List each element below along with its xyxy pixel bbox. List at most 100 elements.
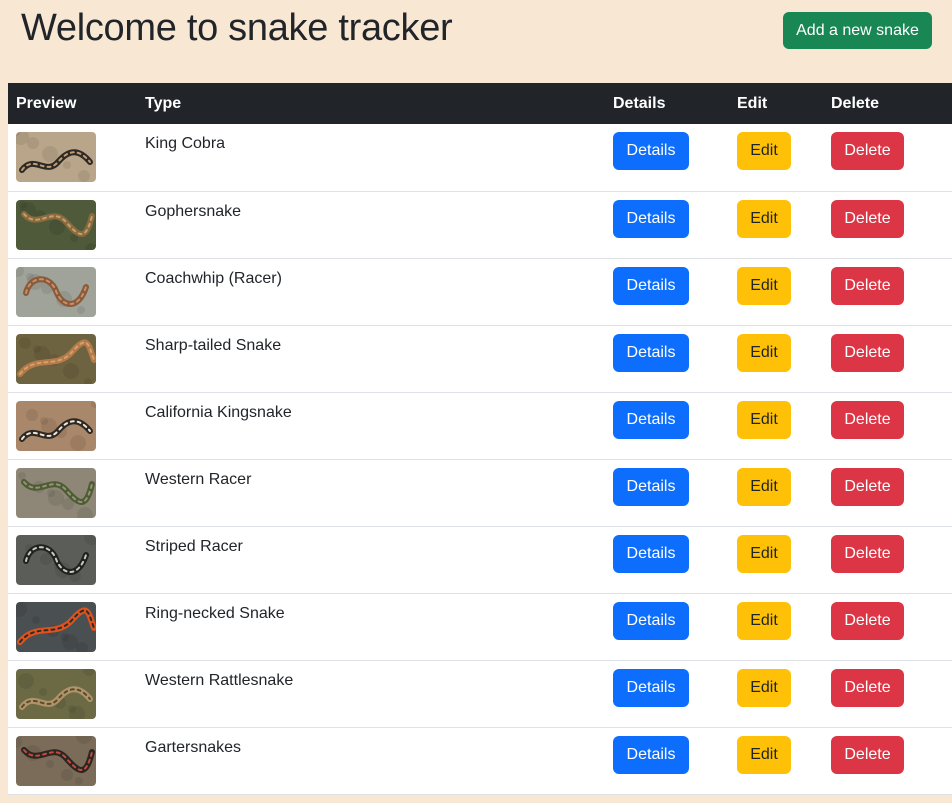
edit-cell: Edit xyxy=(729,593,823,660)
edit-cell: Edit xyxy=(729,191,823,258)
details-cell: Details xyxy=(605,593,729,660)
details-cell: Details xyxy=(605,392,729,459)
delete-cell: Delete xyxy=(823,526,952,593)
delete-button[interactable]: Delete xyxy=(831,132,904,170)
edit-cell: Edit xyxy=(729,459,823,526)
preview-cell xyxy=(8,593,137,660)
preview-cell xyxy=(8,526,137,593)
table-body: King Cobra Details Edit Delete Gophersnake De… xyxy=(8,124,952,794)
table-row: King Cobra Details Edit Delete xyxy=(8,124,952,191)
edit-cell: Edit xyxy=(729,526,823,593)
delete-cell: Delete xyxy=(823,392,952,459)
details-cell: Details xyxy=(605,526,729,593)
table-header-row: Preview Type Details Edit Delete xyxy=(8,83,952,124)
delete-button[interactable]: Delete xyxy=(831,668,904,707)
table-row: Western Rattlesnake Details Edit Delete xyxy=(8,660,952,727)
snake-preview-image xyxy=(16,400,96,451)
details-button[interactable]: Details xyxy=(613,735,689,774)
snake-type: Gophersnake xyxy=(145,202,242,220)
delete-cell: Delete xyxy=(823,325,952,392)
column-header-details: Details xyxy=(613,94,666,112)
snake-preview-image xyxy=(16,266,96,317)
edit-button[interactable]: Edit xyxy=(737,668,791,707)
page-title: Welcome to snake tracker xyxy=(21,7,453,49)
delete-button[interactable]: Delete xyxy=(831,467,904,506)
snake-type: Coachwhip (Racer) xyxy=(145,269,282,287)
delete-button[interactable]: Delete xyxy=(831,199,904,238)
details-cell: Details xyxy=(605,660,729,727)
page: Welcome to snake tracker Add a new snake… xyxy=(0,0,952,803)
preview-cell xyxy=(8,727,137,794)
table-header: Preview Type Details Edit Delete xyxy=(8,83,952,124)
details-button[interactable]: Details xyxy=(613,266,689,305)
details-cell: Details xyxy=(605,325,729,392)
column-header-delete: Delete xyxy=(831,94,880,112)
edit-cell: Edit xyxy=(729,392,823,459)
snake-preview-image xyxy=(16,199,96,250)
edit-button[interactable]: Edit xyxy=(737,333,791,372)
delete-button[interactable]: Delete xyxy=(831,534,904,573)
edit-button[interactable]: Edit xyxy=(737,400,791,439)
details-button[interactable]: Details xyxy=(613,534,689,573)
delete-cell: Delete xyxy=(823,459,952,526)
table-row: Coachwhip (Racer) Details Edit Delete xyxy=(8,258,952,325)
delete-button[interactable]: Delete xyxy=(831,735,904,774)
delete-button[interactable]: Delete xyxy=(831,333,904,372)
snake-preview-image xyxy=(16,735,96,786)
edit-cell: Edit xyxy=(729,727,823,794)
edit-button[interactable]: Edit xyxy=(737,132,791,170)
column-header-type: Type xyxy=(145,94,182,112)
add-new-snake-button[interactable]: Add a new snake xyxy=(783,12,932,49)
details-button[interactable]: Details xyxy=(613,132,689,170)
column-header-edit: Edit xyxy=(737,94,768,112)
preview-cell xyxy=(8,258,137,325)
delete-button[interactable]: Delete xyxy=(831,400,904,439)
snake-preview-image xyxy=(16,132,96,182)
snake-preview-image xyxy=(16,333,96,384)
snake-type: California Kingsnake xyxy=(145,403,292,421)
preview-cell xyxy=(8,660,137,727)
preview-cell xyxy=(8,191,137,258)
delete-cell: Delete xyxy=(823,593,952,660)
delete-cell: Delete xyxy=(823,727,952,794)
table-row: Sharp-tailed Snake Details Edit Delete xyxy=(8,325,952,392)
details-button[interactable]: Details xyxy=(613,668,689,707)
edit-button[interactable]: Edit xyxy=(737,467,791,506)
delete-button[interactable]: Delete xyxy=(831,266,904,305)
details-cell: Details xyxy=(605,191,729,258)
edit-button[interactable]: Edit xyxy=(737,735,791,774)
details-cell: Details xyxy=(605,459,729,526)
table-row: Western Racer Details Edit Delete xyxy=(8,459,952,526)
preview-cell xyxy=(8,392,137,459)
edit-button[interactable]: Edit xyxy=(737,266,791,305)
details-button[interactable]: Details xyxy=(613,333,689,372)
edit-button[interactable]: Edit xyxy=(737,601,791,640)
details-button[interactable]: Details xyxy=(613,199,689,238)
preview-cell xyxy=(8,459,137,526)
edit-cell: Edit xyxy=(729,660,823,727)
details-button[interactable]: Details xyxy=(613,467,689,506)
table-row: Gartersnakes Details Edit Delete xyxy=(8,727,952,794)
table-row: Striped Racer Details Edit Delete xyxy=(8,526,952,593)
details-cell: Details xyxy=(605,258,729,325)
delete-button[interactable]: Delete xyxy=(831,601,904,640)
edit-button[interactable]: Edit xyxy=(737,534,791,573)
snake-type: Western Rattlesnake xyxy=(145,671,294,689)
snake-type: King Cobra xyxy=(145,135,226,152)
delete-cell: Delete xyxy=(823,258,952,325)
details-button[interactable]: Details xyxy=(613,400,689,439)
details-cell: Details xyxy=(605,124,729,191)
snake-type: Sharp-tailed Snake xyxy=(145,336,282,354)
details-cell: Details xyxy=(605,727,729,794)
delete-cell: Delete xyxy=(823,191,952,258)
preview-cell xyxy=(8,325,137,392)
delete-cell: Delete xyxy=(823,660,952,727)
table-row: Ring-necked Snake Details Edit Delete xyxy=(8,593,952,660)
snake-type: Gartersnakes xyxy=(145,738,242,756)
edit-cell: Edit xyxy=(729,124,823,191)
edit-button[interactable]: Edit xyxy=(737,199,791,238)
snake-type: Ring-necked Snake xyxy=(145,604,285,622)
snake-preview-image xyxy=(16,668,96,719)
snake-preview-image xyxy=(16,601,96,652)
details-button[interactable]: Details xyxy=(613,601,689,640)
